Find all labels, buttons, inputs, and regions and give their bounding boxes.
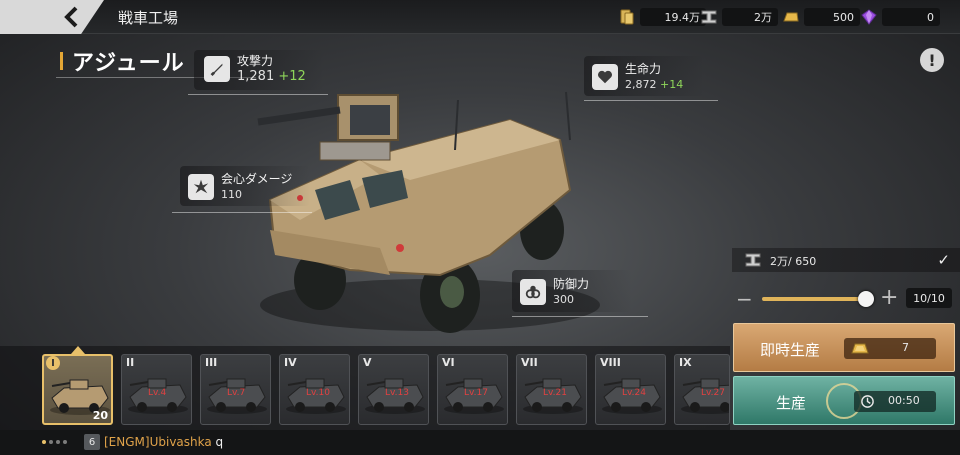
checkmark-icon: ✓ (937, 251, 950, 269)
steel-beam-icon (745, 253, 761, 267)
chat-page-dots (42, 440, 67, 444)
tank-required-level: Lv.10 (306, 388, 330, 398)
instant-produce-button[interactable]: 即時生産 7 (733, 323, 955, 372)
decrease-button[interactable]: − (736, 289, 753, 309)
stat-value: 300 (553, 293, 574, 306)
stat-attack-line (188, 94, 328, 95)
produce-timer: 00:50 (854, 391, 936, 412)
burst-icon (188, 174, 214, 200)
resource-gems: 0 (860, 7, 940, 27)
produce-button[interactable]: 生産 00:50 (733, 376, 955, 425)
quantity-display: 10/10 (906, 288, 952, 308)
gold-ingot-icon (783, 12, 799, 22)
stat-hp-line (584, 100, 718, 101)
stat-label: 生命力 (625, 62, 662, 76)
heart-icon (592, 64, 618, 90)
stat-attack: 攻撃力 1,281 +12 (204, 54, 306, 84)
tank-required-level: Lv.4 (148, 388, 167, 398)
tank-tier: VII (521, 356, 538, 369)
chat-bar[interactable]: 6 [ENGM]Ubivashka q (0, 430, 960, 455)
tank-tier: III (205, 356, 218, 369)
stat-value: 2,872 (625, 78, 657, 91)
tank-slot[interactable]: VII Lv.21 (516, 354, 587, 425)
instant-cost: 7 (844, 338, 936, 359)
chat-guild-tag: [ENGM] (104, 435, 150, 449)
chat-text: q (215, 435, 224, 449)
chat-channel-badge: 6 (84, 434, 100, 450)
quantity-slider-handle[interactable] (858, 291, 874, 307)
tank-required-level: Lv.7 (227, 388, 246, 398)
steel-beam-icon (701, 10, 717, 24)
stat-bonus: +14 (660, 78, 684, 91)
resource-value: 0 (882, 8, 940, 26)
increase-button[interactable]: + (880, 287, 898, 309)
tank-slot[interactable]: IX Lv.27 (674, 354, 730, 425)
stat-hp: 生命力 2,872 +14 (592, 62, 683, 92)
tank-slot[interactable]: III Lv.7 (200, 354, 271, 425)
tank-tier: V (363, 356, 372, 369)
chat-message: [ENGM]Ubivashka q (104, 435, 223, 449)
tank-tier: VIII (600, 356, 621, 369)
tank-required-level: Lv.21 (543, 388, 567, 398)
quantity-slider-track[interactable] (762, 297, 868, 301)
resource-value: 2万 (722, 8, 778, 26)
instant-produce-label: 即時生産 (760, 341, 821, 359)
clock-icon (861, 395, 874, 408)
stat-label: 防御力 (553, 277, 590, 291)
tank-tier: IX (679, 356, 692, 369)
tank-tier: II (126, 356, 135, 369)
info-button[interactable]: ! (920, 48, 944, 72)
stat-defense: 防御力 300 (520, 277, 589, 307)
back-button[interactable] (0, 0, 104, 34)
stat-value: 1,281 (237, 69, 275, 84)
bullet-icon (204, 56, 230, 82)
name-accent-bar (60, 52, 63, 70)
resource-cost: 2万/ 650 (770, 255, 817, 268)
page-title: 戦車工場 (118, 9, 179, 27)
tank-required-level: Lv.13 (385, 388, 409, 398)
resource-value: 500 (804, 8, 860, 26)
shield-cluster-icon (520, 279, 546, 305)
stat-label: 攻撃力 (237, 54, 274, 68)
resource-gold: 500 (782, 7, 860, 27)
gem-icon (861, 9, 877, 25)
resource-steel: 2万 (700, 7, 778, 27)
resource-value: 19.4万 (640, 8, 706, 26)
produce-label: 生産 (776, 394, 807, 412)
tank-tier: IV (284, 356, 297, 369)
stat-defense-line (512, 316, 648, 317)
stat-bonus: +12 (278, 69, 306, 84)
stat-label: 会心ダメージ (221, 172, 293, 186)
tank-slot[interactable]: VI Lv.17 (437, 354, 508, 425)
tank-slot[interactable]: VIII Lv.24 (595, 354, 666, 425)
chat-username: Ubivashka (149, 435, 212, 449)
tank-count: 20 (92, 409, 108, 422)
stat-value: 110 (221, 188, 242, 201)
gold-ingot-icon (851, 343, 869, 354)
tank-slot[interactable]: V Lv.13 (358, 354, 429, 425)
gold-bars-icon (620, 9, 634, 25)
tank-required-level: Lv.17 (464, 388, 488, 398)
tank-tier: I (46, 356, 60, 370)
vehicle-name: アジュール (72, 51, 185, 76)
tank-slot[interactable]: I 20 (42, 354, 113, 425)
tank-required-level: Lv.24 (622, 388, 646, 398)
tank-tier: VI (442, 356, 455, 369)
tank-slot[interactable]: IV Lv.10 (279, 354, 350, 425)
resource-cost-bar: 2万/ 650 ✓ (732, 248, 960, 272)
resource-gold-bars: 19.4万 (618, 7, 706, 27)
instant-cost-value: 7 (902, 341, 909, 354)
produce-time: 00:50 (888, 394, 920, 407)
tank-required-level: Lv.27 (701, 388, 725, 398)
stat-crit-line (172, 212, 312, 213)
chevron-left-icon (64, 6, 78, 28)
tank-slot[interactable]: II Lv.4 (121, 354, 192, 425)
top-bar: 戦車工場 19.4万 2万 500 0 (0, 0, 960, 34)
stat-crit: 会心ダメージ 110 (188, 172, 292, 202)
selection-arrow-icon (71, 346, 85, 354)
